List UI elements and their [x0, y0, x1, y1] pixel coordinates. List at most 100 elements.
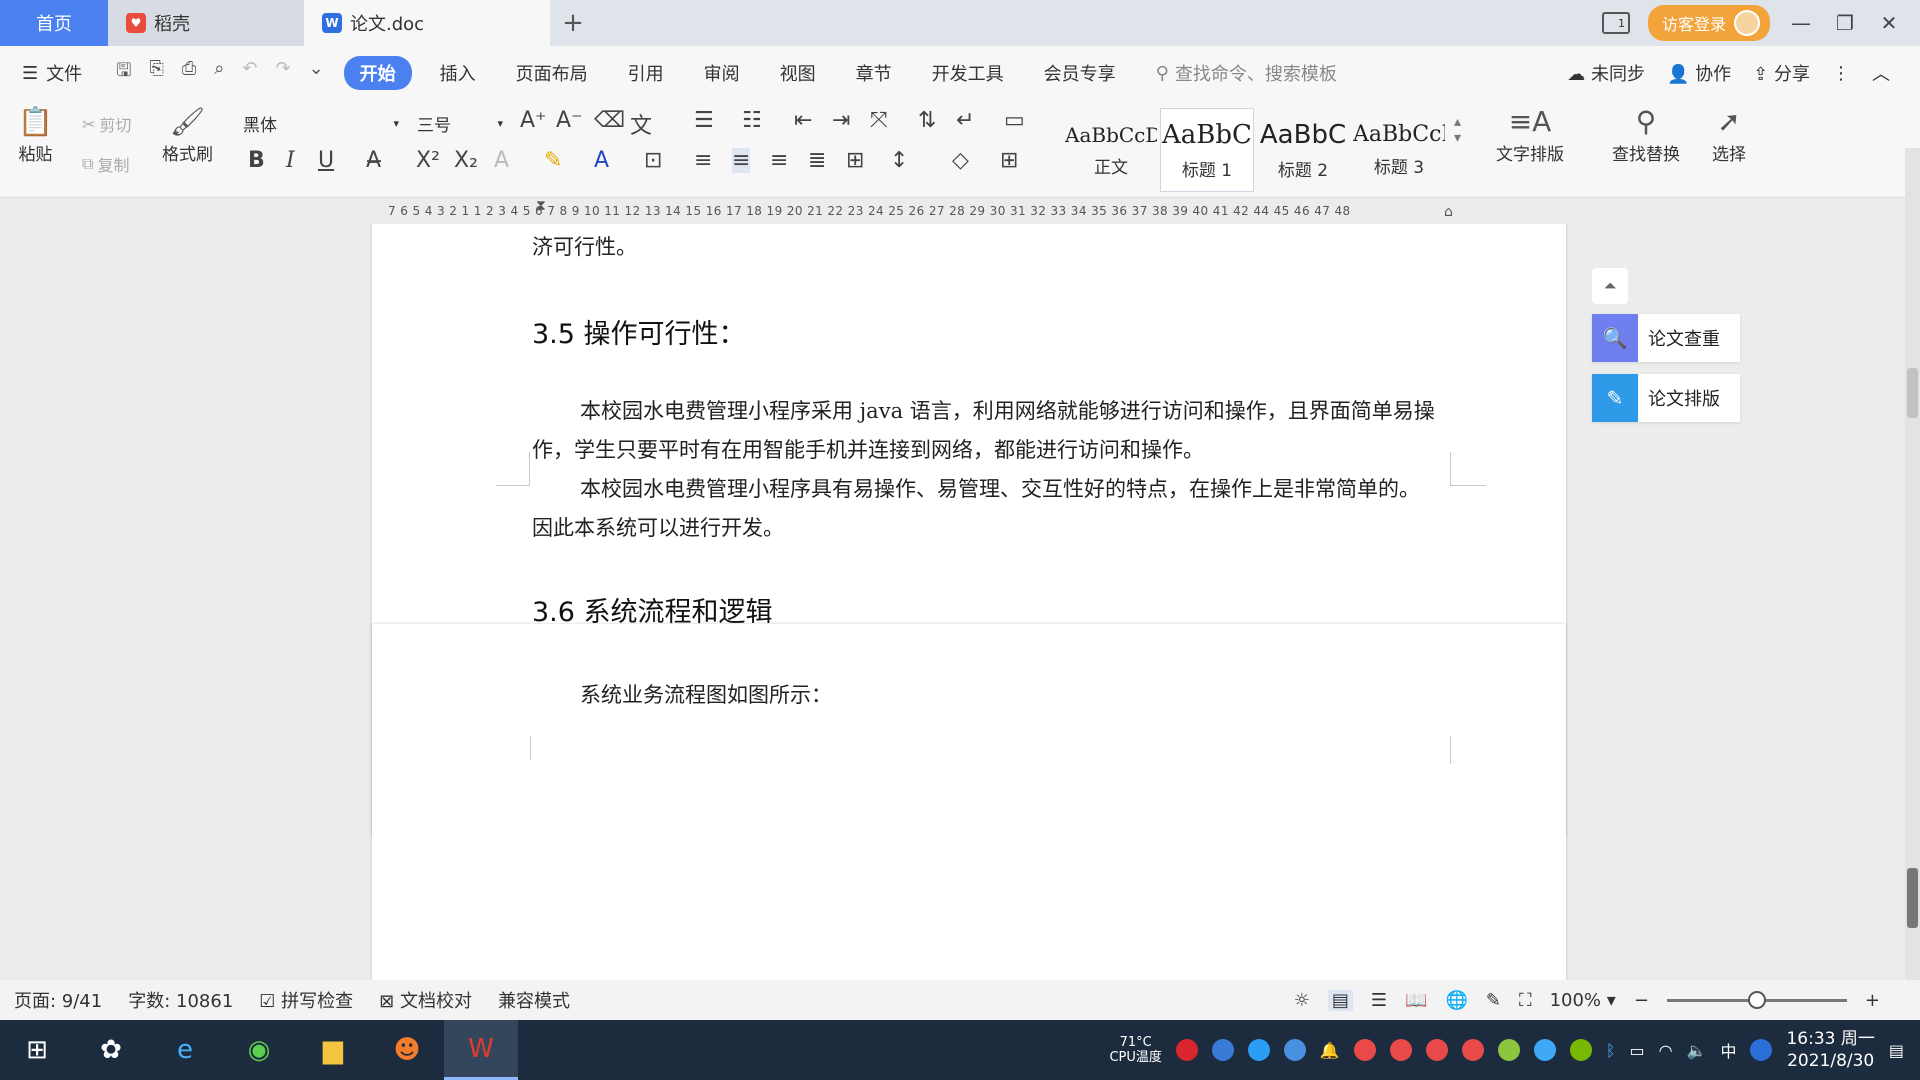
scrollbar-thumb[interactable]	[1907, 368, 1918, 418]
clock[interactable]: 16:33 周一 2021/8/30	[1786, 1028, 1874, 1072]
tab-page-layout[interactable]: 页面布局	[496, 60, 608, 86]
new-tab-button[interactable]: +	[550, 0, 596, 46]
wifi-icon[interactable]: ◠	[1659, 1041, 1673, 1060]
paragraph[interactable]: 本校园水电费管理小程序具有易操作、易管理、交互性好的特点，在操作上是非常简单的。…	[532, 470, 1438, 548]
tab-home[interactable]: 首页	[0, 0, 108, 46]
font-color-icon[interactable]: A	[594, 148, 609, 173]
underline-icon[interactable]: U	[318, 148, 334, 173]
outline-view-icon[interactable]: ☰	[1371, 990, 1387, 1011]
screen-layout-icon[interactable]: 1	[1601, 12, 1630, 34]
reading-view-icon[interactable]: 📖	[1405, 990, 1427, 1011]
collaborate-button[interactable]: 👤 协作	[1667, 60, 1731, 86]
paragraph[interactable]: 本校园水电费管理小程序采用 java 语言，利用网络就能够进行访问和操作，且界面…	[532, 392, 1438, 470]
close-button[interactable]: ✕	[1876, 11, 1902, 35]
tab-member[interactable]: 会员专享	[1024, 60, 1136, 86]
nvidia-icon[interactable]	[1569, 1039, 1592, 1061]
bell-icon[interactable]: 🔔	[1320, 1041, 1340, 1060]
show-marks-icon[interactable]: ↵	[956, 108, 974, 133]
restore-button[interactable]: ❐	[1832, 11, 1858, 35]
vertical-scrollbar[interactable]	[1905, 148, 1920, 980]
tab-view[interactable]: 视图	[760, 60, 836, 86]
format-painter-button[interactable]: 🖌 格式刷	[162, 104, 213, 165]
export-icon[interactable]: ⎘	[149, 58, 163, 88]
justify-icon[interactable]: ≣	[808, 148, 826, 173]
clear-format-icon[interactable]: ⌫	[594, 108, 625, 133]
bluetooth-icon[interactable]: ᛒ	[1606, 1041, 1616, 1060]
tray-app-icon[interactable]	[1211, 1039, 1234, 1061]
battery-icon[interactable]: ▭	[1629, 1041, 1644, 1060]
align-right-icon[interactable]: ≡	[770, 148, 788, 173]
zoom-out-icon[interactable]: −	[1634, 990, 1649, 1011]
table-ruler-icon[interactable]: ▭	[1004, 108, 1025, 133]
sort-icon[interactable]: ⇅	[918, 108, 936, 133]
qq-icon[interactable]	[1425, 1039, 1448, 1061]
page-view-icon[interactable]: ▤	[1327, 989, 1353, 1011]
collapse-ribbon-icon[interactable]: ︿	[1872, 60, 1890, 86]
paste-button[interactable]: 📋 粘贴	[18, 104, 53, 165]
text-layout-button[interactable]: ≡A 文字排版	[1496, 104, 1564, 165]
pinwheel-app-icon[interactable]: ✿	[74, 1020, 148, 1080]
eye-protection-icon[interactable]: ☼	[1294, 990, 1310, 1011]
write-mode-icon[interactable]: ✎	[1486, 990, 1501, 1011]
copy-button[interactable]: ⧉ 复制	[82, 152, 129, 176]
indent-marker-icon[interactable]: ⧗	[536, 198, 546, 214]
zoom-slider-knob[interactable]	[1747, 990, 1766, 1009]
styles-scroll-icon[interactable]: ▴ ▾	[1454, 114, 1461, 146]
customize-chevron-icon[interactable]: ⌄	[309, 58, 324, 88]
volume-icon[interactable]: 🔈	[1687, 1041, 1707, 1060]
shrink-font-icon[interactable]: A⁻	[556, 108, 583, 133]
right-indent-marker-icon[interactable]: ⌂	[1444, 204, 1453, 220]
fit-page-icon[interactable]: ⛶	[1519, 990, 1532, 1011]
subscript-icon[interactable]: X₂	[454, 148, 478, 173]
tab-insert[interactable]: 插入	[420, 60, 496, 86]
superscript-icon[interactable]: X²	[416, 148, 440, 173]
tab-daoke[interactable]: ♥ 稻壳	[108, 0, 304, 46]
borders-icon[interactable]: ⊞	[1000, 148, 1018, 173]
more-options-icon[interactable]: ⋮	[1832, 63, 1850, 84]
tray-app-icon[interactable]	[1750, 1039, 1773, 1061]
sync-button[interactable]: ☁ 未同步	[1567, 60, 1645, 86]
spellcheck-button[interactable]: ☑ 拼写检查	[259, 987, 353, 1013]
distributed-icon[interactable]: ⊞	[846, 148, 864, 173]
style-heading-3[interactable]: AaBbCcI 标题 3	[1352, 108, 1446, 192]
italic-icon[interactable]: I	[286, 148, 295, 173]
shading-icon[interactable]: ◇	[952, 148, 969, 173]
scroll-nav-control[interactable]	[1907, 868, 1918, 928]
decrease-indent-icon[interactable]: ⇤	[794, 108, 812, 133]
tray-app-icon[interactable]	[1533, 1039, 1556, 1061]
tab-developer[interactable]: 开发工具	[912, 60, 1024, 86]
side-panel-collapse-button[interactable]: ⏶	[1592, 268, 1628, 304]
style-normal[interactable]: AaBbCcDd 正文	[1064, 108, 1158, 192]
zoom-in-icon[interactable]: +	[1865, 990, 1880, 1011]
word-count[interactable]: 字数: 10861	[128, 987, 233, 1013]
login-button[interactable]: 访客登录	[1647, 5, 1770, 41]
zoom-select[interactable]: 100% ▾	[1550, 990, 1616, 1011]
command-search[interactable]: ⚲ 查找命令、搜索模板	[1156, 60, 1337, 86]
cut-button[interactable]: ✂ 剪切	[82, 112, 131, 136]
ime-indicator[interactable]: 中	[1720, 1038, 1736, 1062]
ie-browser-icon[interactable]: e	[148, 1020, 222, 1080]
phonetic-guide-icon[interactable]: 文	[630, 108, 652, 140]
share-button[interactable]: ⇪ 分享	[1753, 60, 1810, 86]
horizontal-ruler[interactable]: 7 6 5 4 3 2 1 1 2 3 4 5 6 7 8 9 10 11 12…	[0, 198, 1910, 224]
proofread-button[interactable]: ⊠ 文档校对	[379, 987, 472, 1013]
text-effect-icon[interactable]: A	[494, 148, 509, 173]
paragraph[interactable]: 系统业务流程图如图所示：	[532, 676, 1438, 715]
line-spacing-icon[interactable]: ↕	[890, 148, 908, 173]
qq-icon[interactable]	[1389, 1039, 1412, 1061]
increase-indent-icon[interactable]: ⇥	[832, 108, 850, 133]
qq-icon[interactable]	[1353, 1039, 1376, 1061]
tray-app-icon[interactable]	[1175, 1039, 1198, 1061]
game-app-icon[interactable]: ☻	[370, 1020, 444, 1080]
highlight-icon[interactable]: ✎	[544, 148, 562, 173]
font-size-select[interactable]: 三号 ▾	[410, 110, 510, 136]
print-icon[interactable]: ⎙	[182, 58, 196, 88]
cpu-temperature[interactable]: 71°C CPU温度	[1109, 1035, 1161, 1065]
char-border-icon[interactable]: ⊡	[644, 148, 662, 173]
tab-document[interactable]: W 论文.doc	[304, 0, 550, 46]
tray-app-icon[interactable]	[1247, 1039, 1270, 1061]
strikethrough-icon[interactable]: A̶	[366, 148, 381, 173]
chinese-layout-icon[interactable]: ⤧	[870, 108, 888, 133]
select-button[interactable]: ➚ 选择	[1712, 104, 1746, 165]
windows-start-icon[interactable]: ⊞	[0, 1020, 74, 1080]
